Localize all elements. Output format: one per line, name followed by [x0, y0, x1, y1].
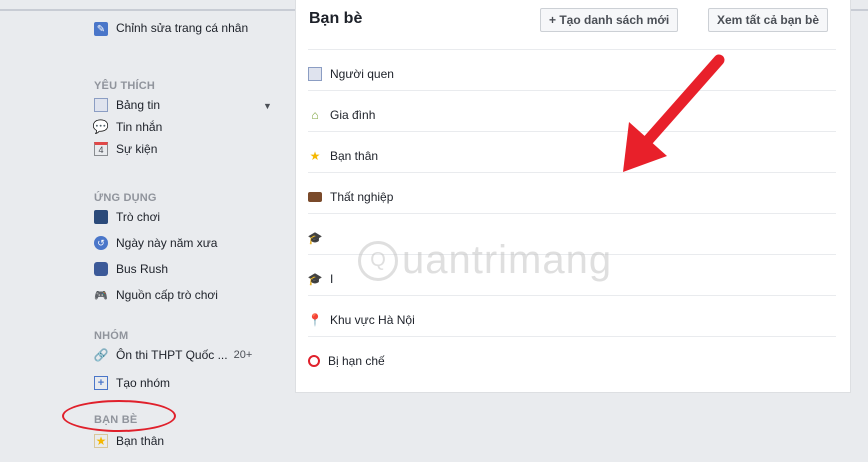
list-item[interactable]: Bị hạn chế	[308, 336, 836, 377]
list-item[interactable]: Người quen	[308, 49, 836, 90]
friends-panel: Bạn bè + Tạo danh sách mới Xem tất cả bạ…	[295, 0, 851, 393]
list-item[interactable]: Thất nghiệp	[308, 172, 836, 213]
chevron-down-icon[interactable]: ▼	[263, 101, 272, 111]
sidebar-item-label: Bảng tin	[116, 98, 161, 112]
group-link-icon: 🔗	[93, 348, 109, 362]
sidebar-item-close-friends[interactable]: ★ Bạn thân	[94, 432, 164, 450]
list-item[interactable]: ⌂ Gia đình	[308, 90, 836, 131]
sidebar-item-games[interactable]: Trò chơi	[94, 208, 160, 226]
annotation-oval	[62, 400, 176, 432]
list-item-label: Thất nghiệp	[330, 190, 394, 204]
watermark: Q uantrimang	[358, 238, 612, 283]
sidebar-item-news-feed[interactable]: Bảng tin	[94, 96, 160, 114]
games-icon	[94, 210, 108, 224]
sidebar-item-label: Bus Rush	[116, 262, 169, 276]
location-icon: 📍	[307, 313, 323, 327]
sidebar-item-group[interactable]: 🔗 Ôn thi THPT Quốc ... 20+	[93, 346, 253, 364]
pencil-icon: ✎	[94, 22, 108, 36]
friend-lists: Người quen ⌂ Gia đình ★ Bạn thân Thất ng…	[308, 49, 836, 377]
sidebar-item-on-this-day[interactable]: ↺ Ngày này năm xưa	[94, 234, 217, 252]
work-icon	[308, 192, 322, 202]
clock-icon: ↺	[94, 236, 108, 250]
calendar-icon: 4	[94, 142, 108, 156]
sidebar-item-bus-rush[interactable]: Bus Rush	[94, 260, 168, 278]
gamepad-icon: 🎮	[94, 289, 108, 302]
group-count-badge: 20+	[233, 349, 253, 361]
watermark-logo: Q	[358, 240, 398, 281]
left-sidebar: ✎ Chỉnh sửa trang cá nhân YÊU THÍCH Bảng…	[80, 0, 290, 462]
list-item-label: Bị hạn chế	[328, 354, 385, 368]
edit-profile-label: Chỉnh sửa trang cá nhân	[116, 21, 249, 35]
list-item-label: Gia đình	[330, 108, 376, 122]
see-all-friends-button[interactable]: Xem tất cả bạn bè	[708, 8, 829, 32]
messages-icon: 💬	[92, 119, 110, 134]
list-item-label: Người quen	[330, 67, 394, 81]
list-item-label: Khu vực Hà Nội	[330, 313, 415, 327]
sidebar-item-events[interactable]: 4 Sự kiện	[94, 140, 157, 158]
bus-rush-icon	[94, 262, 108, 276]
sidebar-item-label: Tin nhắn	[116, 120, 163, 134]
sidebar-item-create-group[interactable]: + Tạo nhóm	[94, 374, 170, 392]
sidebar-item-label: Sự kiện	[116, 142, 158, 156]
star-icon: ★	[309, 149, 321, 163]
apps-header: ỨNG DỤNG	[94, 192, 157, 204]
sidebar-item-label: Ngày này năm xưa	[116, 236, 218, 250]
sidebar-item-game-feed[interactable]: 🎮 Nguồn cấp trò chơi	[94, 286, 218, 304]
family-icon: ⌂	[311, 108, 319, 122]
sidebar-item-label: Ôn thi THPT Quốc ...	[116, 348, 228, 362]
list-item[interactable]: 📍 Khu vực Hà Nội	[308, 295, 836, 336]
acquaintances-icon	[308, 67, 322, 81]
page-title: Bạn bè	[309, 10, 363, 27]
create-list-button[interactable]: + Tạo danh sách mới	[540, 8, 679, 32]
list-item-label: Bạn thân	[330, 149, 379, 163]
favorites-header: YÊU THÍCH	[94, 80, 156, 92]
sidebar-item-label: Tạo nhóm	[116, 376, 171, 390]
list-item-label: I	[330, 272, 334, 286]
sidebar-item-label: Nguồn cấp trò chơi	[116, 288, 218, 302]
plus-icon: +	[94, 376, 108, 390]
edit-profile-link[interactable]: ✎ Chỉnh sửa trang cá nhân	[94, 20, 256, 36]
school-icon: 🎓	[307, 272, 323, 286]
watermark-text: uantrimang	[402, 238, 613, 282]
annotation-arrow	[623, 54, 725, 172]
sidebar-item-label: Trò chơi	[116, 210, 161, 224]
school-icon: 🎓	[307, 231, 323, 245]
sidebar-item-label: Bạn thân	[116, 434, 165, 448]
groups-header: NHÓM	[94, 330, 129, 342]
sidebar-item-messages[interactable]: 💬 Tin nhắn	[92, 118, 163, 136]
news-feed-icon	[94, 98, 108, 112]
list-item[interactable]: ★ Bạn thân	[308, 131, 836, 172]
star-icon: ★	[94, 434, 108, 448]
restricted-icon	[308, 355, 320, 367]
